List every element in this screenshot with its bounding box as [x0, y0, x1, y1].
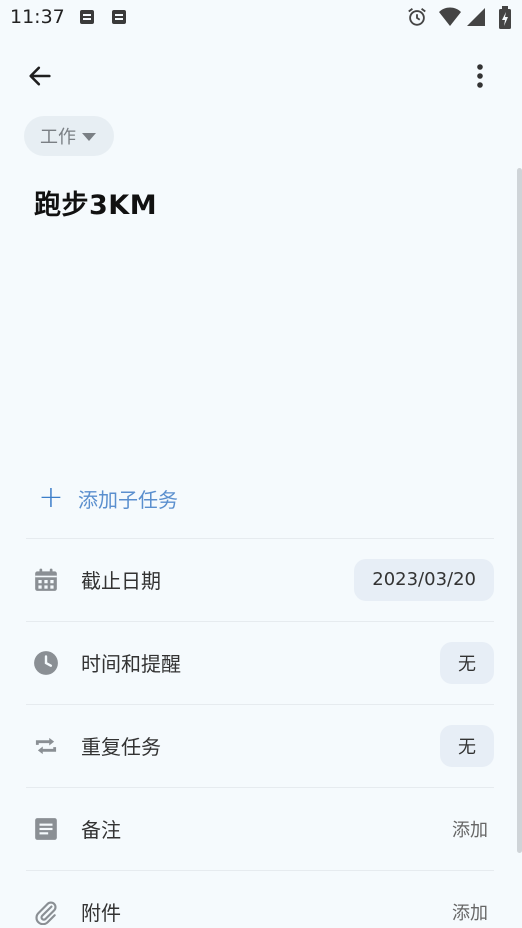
clock-icon [33, 650, 59, 676]
battery-icon [499, 6, 511, 29]
repeat-task-row[interactable]: 重复任务 无 [26, 704, 494, 786]
repeat-icon [33, 733, 59, 759]
add-subtask-label: 添加子任务 [78, 487, 178, 512]
notification-icon [80, 10, 94, 24]
time-reminder-row[interactable]: 时间和提醒 无 [26, 621, 494, 703]
note-label: 备注 [81, 818, 121, 842]
more-vert-icon [477, 64, 483, 88]
due-date-row[interactable]: 截止日期 2023/03/20 [26, 538, 494, 620]
paperclip-icon [33, 899, 59, 925]
calendar-icon [33, 567, 59, 593]
time-reminder-value[interactable]: 无 [440, 641, 494, 684]
signal-icon [467, 8, 485, 26]
attachment-add-link[interactable]: 添加 [452, 899, 488, 925]
attachment-row[interactable]: 附件 添加 [26, 870, 494, 928]
due-date-label: 截止日期 [81, 569, 161, 593]
add-subtask-button[interactable]: + 添加子任务 [38, 476, 178, 520]
status-time: 11:37 [10, 6, 65, 28]
toolbar [0, 50, 522, 102]
scrollbar[interactable] [517, 168, 522, 853]
due-date-value[interactable]: 2023/03/20 [354, 558, 494, 601]
back-button[interactable] [22, 58, 58, 94]
note-row[interactable]: 备注 添加 [26, 787, 494, 869]
category-dropdown[interactable]: 工作 [24, 116, 114, 156]
alarm-icon [408, 8, 426, 26]
repeat-task-label: 重复任务 [81, 735, 161, 759]
notification-icon [112, 10, 126, 24]
more-options-button[interactable] [462, 58, 498, 94]
plus-icon: + [38, 480, 64, 515]
category-label: 工作 [40, 127, 76, 148]
status-bar: 11:37 [0, 0, 522, 36]
attachment-label: 附件 [81, 901, 121, 925]
note-add-link[interactable]: 添加 [452, 816, 488, 842]
arrow-left-icon [29, 66, 51, 86]
time-reminder-label: 时间和提醒 [81, 652, 181, 676]
repeat-task-value[interactable]: 无 [440, 724, 494, 767]
note-icon [33, 816, 59, 842]
wifi-icon [439, 7, 461, 26]
caret-down-icon [82, 133, 96, 141]
task-title[interactable]: 跑步3KM [34, 183, 157, 222]
